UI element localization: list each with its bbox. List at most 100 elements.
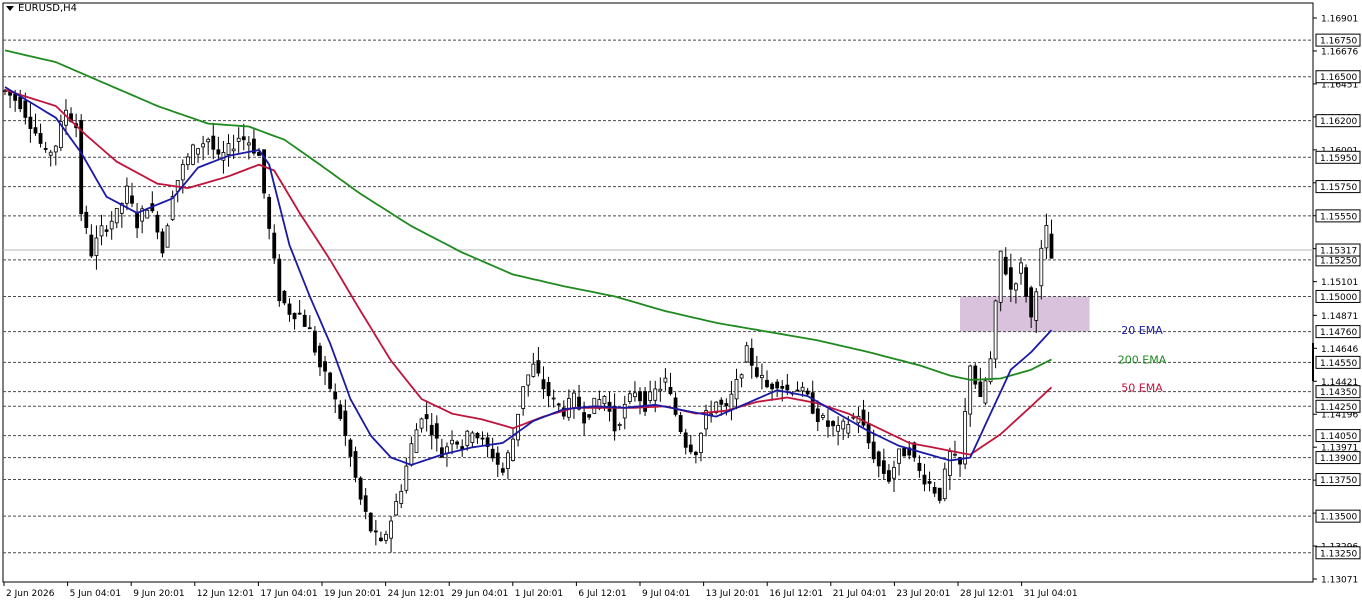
candle-bearish: [434, 423, 439, 439]
candle-bullish: [114, 208, 119, 224]
candle-bullish: [658, 388, 663, 392]
candle-bullish: [892, 467, 896, 479]
time-tick-label: 12 Jun 12:01: [197, 589, 254, 599]
candle-bearish: [582, 412, 587, 424]
candle-bearish: [1029, 287, 1034, 318]
candle-bullish: [94, 237, 99, 256]
candle-bearish: [536, 360, 541, 374]
price-chart[interactable]: 20 EMA200 EMA50 EMA1.169011.166761.16451…: [0, 0, 1362, 603]
candle-bearish: [353, 451, 358, 478]
candle-bullish: [48, 151, 53, 156]
candle-bearish: [1049, 233, 1054, 259]
candle-bearish: [612, 405, 617, 432]
candle-bullish: [1019, 262, 1023, 274]
candle-bearish: [683, 432, 688, 448]
candle-bullish: [744, 345, 749, 363]
candle-bearish: [917, 462, 922, 472]
candle-bearish: [643, 391, 647, 412]
candle-bearish: [38, 133, 43, 144]
candle-bearish: [79, 120, 84, 215]
candle-bullish: [409, 443, 414, 466]
candle-bullish: [983, 380, 988, 404]
candle-bearish: [277, 258, 282, 302]
candle-bullish: [384, 533, 388, 541]
candle-bullish: [470, 432, 475, 443]
chart-menu-triangle-icon[interactable]: [6, 6, 14, 11]
time-tick-label: 31 Jul 04:01: [1024, 589, 1078, 599]
candle-bullish: [734, 378, 739, 400]
candle-bearish: [638, 391, 642, 402]
candle-bullish: [450, 439, 454, 445]
candle-bearish: [424, 414, 429, 420]
candle-bearish: [927, 481, 932, 484]
candle-bullish: [551, 397, 556, 400]
candle-bearish: [673, 397, 678, 415]
candle-bearish: [282, 290, 287, 304]
time-tick-label: 6 Jul 12:01: [578, 589, 626, 599]
candle-bearish: [668, 387, 673, 395]
candle-bearish: [881, 460, 886, 474]
level-price-label: 1.13900: [1320, 454, 1357, 464]
candle-bearish: [587, 414, 592, 418]
candle-bearish: [338, 404, 343, 419]
candle-bullish: [993, 300, 998, 360]
candle-bearish: [749, 347, 754, 366]
candle-bearish: [861, 409, 866, 426]
time-tick-label: 1 Jul 20:01: [515, 589, 563, 599]
candle-bearish: [28, 116, 33, 129]
time-tick-label: 17 Jun 04:01: [260, 589, 317, 599]
candle-bearish: [775, 381, 780, 389]
time-tick-label: 28 Jul 12:01: [960, 589, 1014, 599]
candle-bullish: [953, 453, 957, 456]
candle-bullish: [145, 209, 150, 219]
candle-bearish: [267, 196, 272, 229]
candle-bullish: [622, 403, 627, 419]
time-tick-label: 5 Jun 04:01: [70, 589, 121, 599]
candle-bearish: [770, 383, 774, 390]
time-tick-label: 21 Jul 04:01: [833, 589, 887, 599]
candle-bearish: [312, 330, 317, 353]
candle-bearish: [160, 231, 165, 254]
candle-bearish: [368, 512, 373, 532]
candle-bearish: [887, 470, 891, 482]
candle-bearish: [719, 399, 724, 405]
candle-bearish: [130, 195, 134, 204]
price-tick-label: 1.13071: [1321, 576, 1358, 586]
time-tick-label: 23 Jul 20:01: [896, 589, 950, 599]
level-price-label: 1.13750: [1320, 476, 1357, 486]
price-tick-label: 1.14871: [1321, 312, 1358, 322]
candle-bearish: [287, 303, 292, 315]
level-price-label: 1.16200: [1320, 117, 1357, 127]
time-tick-label: 9 Jun 20:01: [133, 589, 184, 599]
candle-bullish: [963, 411, 968, 465]
time-tick-label: 29 Jun 04:01: [451, 589, 508, 599]
candle-bearish: [348, 439, 353, 457]
candle-bearish: [333, 391, 338, 400]
candle-bullish: [465, 430, 470, 446]
candle-bearish: [932, 487, 937, 494]
time-tick-label: 9 Jul 04:01: [642, 589, 690, 599]
candle-bearish: [1024, 267, 1028, 297]
candle-bullish: [1044, 225, 1049, 249]
candle-bearish: [1008, 267, 1013, 290]
candle-bearish: [43, 148, 48, 150]
chart-window: 20 EMA 200 EMA 50 EMA 1.16901 1.16676 1.16451…: [0, 0, 1362, 603]
price-tick-label: 1.14646: [1321, 345, 1358, 355]
candle-bearish: [343, 410, 348, 436]
candle-bullish: [246, 142, 251, 146]
candle-bearish: [33, 127, 38, 134]
candle-bullish: [180, 164, 185, 181]
candle-bearish: [272, 232, 277, 259]
chart-shift-marker[interactable]: [1312, 343, 1314, 381]
level-price-label: 1.16750: [1320, 37, 1357, 47]
candle-bearish: [500, 468, 505, 473]
candle-bearish: [795, 389, 800, 392]
candle-bullish: [236, 137, 241, 142]
price-tick-label: 1.16676: [1321, 47, 1358, 57]
time-tick-label: 24 Jun 12:01: [388, 589, 445, 599]
candle-bullish: [846, 424, 851, 434]
candle-bullish: [109, 220, 114, 230]
candle-bullish: [729, 393, 734, 411]
candle-bullish: [800, 386, 805, 392]
candle-bullish: [942, 468, 947, 500]
